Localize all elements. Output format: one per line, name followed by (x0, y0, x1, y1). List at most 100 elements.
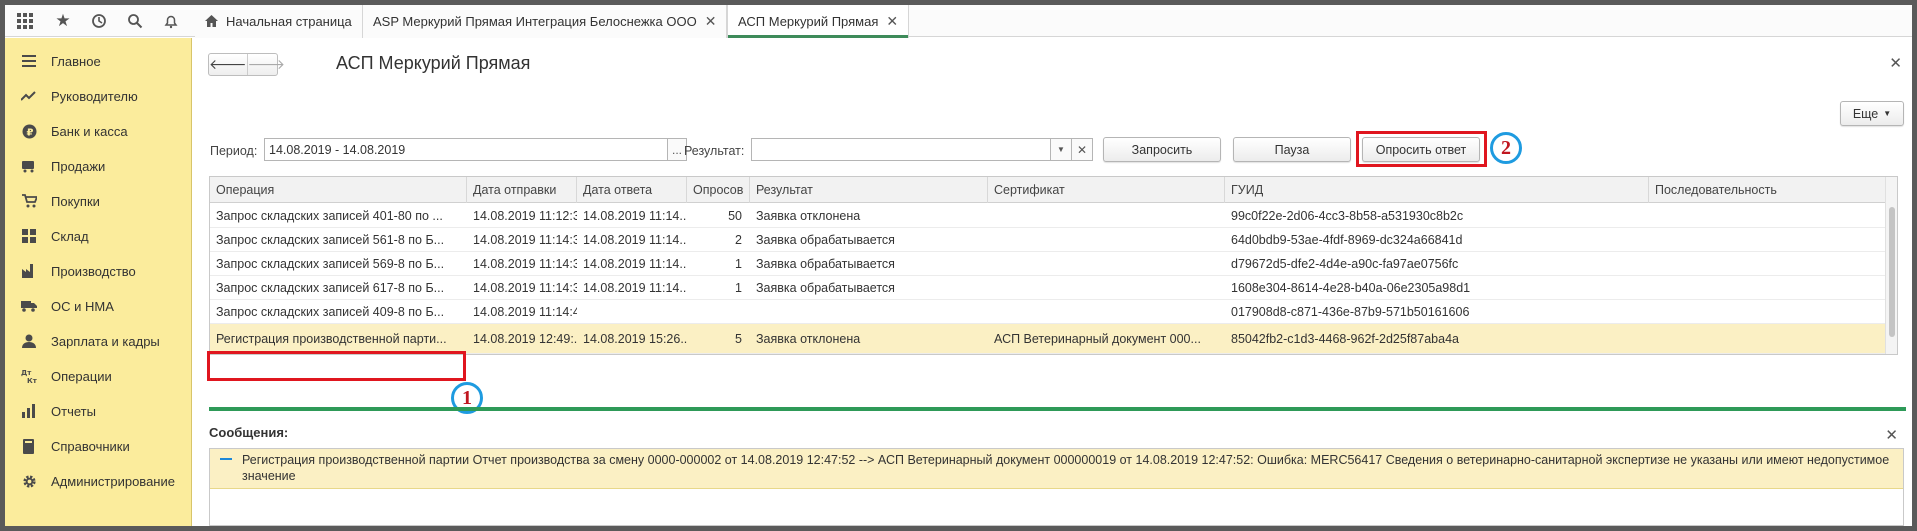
table-cell: 1608e304-8614-4e28-b40a-06e2305a98d1 (1231, 280, 1471, 295)
table-cell (1649, 300, 1886, 323)
table-cell (577, 300, 687, 323)
history-icon[interactable] (81, 5, 117, 37)
apps-grid-icon[interactable] (7, 5, 43, 37)
table-cell: Заявка отклонена (756, 331, 861, 346)
table-cell: АСП Ветеринарный документ 000... (994, 331, 1201, 346)
message-item[interactable]: Регистрация производственной партии Отче… (210, 449, 1903, 489)
table-row[interactable]: Запрос складских записей 569-8 по Б... 14… (210, 252, 1886, 276)
nav-buttons: 🡐 🡒 (208, 53, 285, 76)
gear-icon (21, 473, 37, 489)
close-icon[interactable]: ✕ (1889, 54, 1902, 72)
dt-kt-icon: Дт Кт (21, 368, 37, 384)
collapse-icon[interactable] (220, 458, 232, 460)
result-label: Результат: (684, 144, 745, 158)
result-field[interactable] (751, 138, 1072, 161)
sidebar-item-operations[interactable]: Дт Кт Операции (5, 359, 192, 393)
vertical-scrollbar[interactable] (1885, 177, 1897, 354)
sidebar-item-manager[interactable]: Руководителю (5, 79, 192, 113)
table-cell: Регистрация производственной парти... (216, 331, 447, 346)
highlight-box (207, 351, 466, 381)
tab-asp-integration[interactable]: ASP Меркурий Прямая Интеграция Белоснежк… (363, 5, 728, 38)
table-cell (1649, 204, 1886, 227)
table-cell (687, 300, 750, 323)
column-header[interactable]: ГУИД (1225, 177, 1649, 203)
cart-icon (21, 193, 37, 209)
sidebar-item-salary[interactable]: Зарплата и кадры (5, 324, 192, 358)
back-arrow-icon[interactable]: 🡐 (209, 54, 247, 75)
sidebar-item-label: Справочники (51, 438, 130, 454)
sidebar-item-reports[interactable]: Отчеты (5, 394, 192, 428)
table-cell: 14.08.2019 11:14... (583, 232, 687, 247)
table-cell (988, 228, 1225, 251)
report-icon (21, 403, 37, 419)
sidebar-item-main[interactable]: Главное (5, 44, 192, 78)
column-header[interactable]: Дата ответа (577, 177, 687, 203)
sidebar-item-label: Продажи (51, 158, 106, 174)
sidebar-item-label: Администрирование (51, 473, 175, 489)
period-label: Период: (210, 144, 258, 158)
main-panel: 🡐 🡒 АСП Меркурий Прямая ✕ Еще ▼ Период: … (193, 38, 1912, 526)
sidebar-item-label: Покупки (51, 193, 100, 209)
sidebar-item-label: Руководителю (51, 88, 138, 104)
table-cell (1649, 252, 1886, 275)
table-header: Операция Дата отправки Дата ответа Опрос… (210, 177, 1886, 203)
top-bar: ★ Начальная страница ASP Меркурий Прямая… (5, 5, 1912, 38)
search-icon[interactable] (117, 5, 153, 37)
more-button[interactable]: Еще ▼ (1840, 101, 1904, 126)
tab-asp-mercury[interactable]: АСП Меркурий Прямая ✕ (727, 5, 910, 38)
tab-label: ASP Меркурий Прямая Интеграция Белоснежк… (373, 14, 697, 29)
table-row[interactable]: Регистрация производственной парти... 14.… (210, 324, 1886, 354)
app-window: ★ Начальная страница ASP Меркурий Прямая… (5, 5, 1912, 526)
menu-icon (21, 53, 37, 69)
column-header[interactable]: Последовательность (1649, 177, 1886, 203)
table-cell (1649, 228, 1886, 251)
column-header[interactable]: Операция (210, 177, 467, 203)
table-row[interactable]: Запрос складских записей 617-8 по Б... 14… (210, 276, 1886, 300)
table-cell: 50 (728, 208, 742, 223)
table-cell: 14.08.2019 12:49:... (473, 331, 577, 346)
sidebar-item-warehouse[interactable]: Склад (5, 219, 192, 253)
request-button[interactable]: Запросить (1103, 137, 1221, 162)
sidebar-item-references[interactable]: Справочники (5, 429, 192, 463)
sidebar-item-sales[interactable]: Продажи (5, 149, 192, 183)
table-row[interactable]: Запрос складских записей 561-8 по Б... 14… (210, 228, 1886, 252)
tab-label: АСП Меркурий Прямая (738, 14, 879, 29)
splitter[interactable] (209, 407, 1906, 411)
table-cell: 85042fb2-c1d3-4468-962f-2d25f87aba4a (1231, 331, 1459, 346)
column-header[interactable]: Дата отправки (467, 177, 577, 203)
scroll-thumb[interactable] (1889, 207, 1895, 337)
sidebar-item-assets[interactable]: ОС и НМА (5, 289, 192, 323)
table-cell (988, 204, 1225, 227)
close-icon[interactable]: ✕ (1885, 426, 1898, 444)
table-cell: 64d0bdb9-53ae-4fdf-8969-dc324a66841d (1231, 232, 1463, 247)
sidebar-item-label: Зарплата и кадры (51, 333, 160, 349)
close-icon[interactable]: ✕ (705, 13, 717, 30)
column-header[interactable]: Результат (750, 177, 988, 203)
table-cell: 1 (735, 280, 742, 295)
table-row[interactable]: Запрос складских записей 409-8 по Б... 14… (210, 300, 1886, 324)
sidebar-item-label: ОС и НМА (51, 298, 114, 314)
table-cell: 14.08.2019 11:14... (583, 280, 687, 295)
operations-table: Операция Дата отправки Дата ответа Опрос… (209, 176, 1898, 355)
bell-icon[interactable] (153, 5, 189, 37)
sidebar-item-admin[interactable]: Администрирование (5, 464, 192, 498)
table-cell (750, 300, 988, 323)
tab-home[interactable]: Начальная страница (195, 5, 363, 38)
sidebar-item-bank[interactable]: ₽ Банк и касса (5, 114, 192, 148)
star-icon[interactable]: ★ (45, 5, 81, 37)
close-icon[interactable]: ✕ (886, 13, 898, 30)
truck-icon (21, 298, 37, 314)
chevron-down-icon[interactable]: ▼ (1050, 138, 1072, 161)
table-row[interactable]: Запрос складских записей 401-80 по ... 14… (210, 204, 1886, 228)
clear-icon[interactable]: ✕ (1071, 138, 1093, 161)
sidebar-item-production[interactable]: Производство (5, 254, 192, 288)
period-field[interactable]: 14.08.2019 - 14.08.2019 (264, 138, 668, 161)
column-header[interactable]: Сертификат (988, 177, 1225, 203)
forward-arrow-icon[interactable]: 🡒 (246, 54, 285, 75)
tab-label: Начальная страница (226, 14, 352, 29)
column-header[interactable]: Опросов (687, 177, 750, 203)
table-cell: 2 (735, 232, 742, 247)
sidebar-item-label: Банк и касса (51, 123, 128, 139)
sidebar-item-purchases[interactable]: Покупки (5, 184, 192, 218)
pause-button[interactable]: Пауза (1233, 137, 1351, 162)
